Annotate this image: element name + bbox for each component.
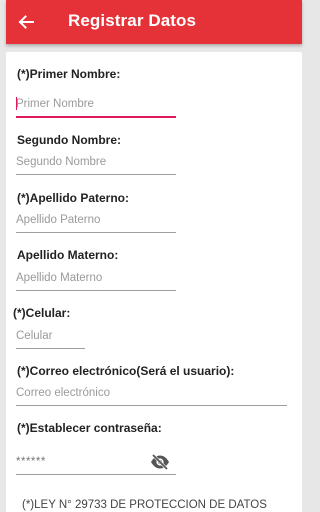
celular-label: (*)Celular:: [13, 306, 71, 320]
contrasena-label: (*)Establecer contraseña:: [17, 421, 162, 435]
page-title: Registrar Datos: [68, 11, 197, 30]
segundo-nombre-label: Segundo Nombre:: [17, 133, 121, 147]
apellido-materno-label: Apellido Materno:: [17, 248, 119, 262]
app-bar: Registrar Datos: [6, 0, 302, 44]
primer-nombre-input[interactable]: Primer Nombre: [16, 98, 176, 118]
arrow-back-icon[interactable]: [16, 12, 36, 32]
text-caret: [16, 97, 17, 110]
primer-nombre-label: (*)Primer Nombre:: [17, 67, 121, 81]
correo-input[interactable]: Correo electrónico: [16, 387, 287, 406]
correo-label: (*)Correo electrónico(Será el usuario):: [17, 364, 235, 378]
celular-input[interactable]: Celular: [16, 330, 85, 349]
ley-proteccion-datos-text: (*)LEY N° 29733 DE PROTECCION DE DATOS: [22, 499, 267, 511]
visibility-off-icon[interactable]: [150, 453, 170, 471]
apellido-paterno-input[interactable]: Apellido Paterno: [16, 214, 176, 233]
apellido-paterno-label: (*)Apellido Paterno:: [17, 191, 130, 205]
apellido-materno-input[interactable]: Apellido Materno: [16, 272, 176, 291]
segundo-nombre-input[interactable]: Segundo Nombre: [16, 156, 176, 175]
